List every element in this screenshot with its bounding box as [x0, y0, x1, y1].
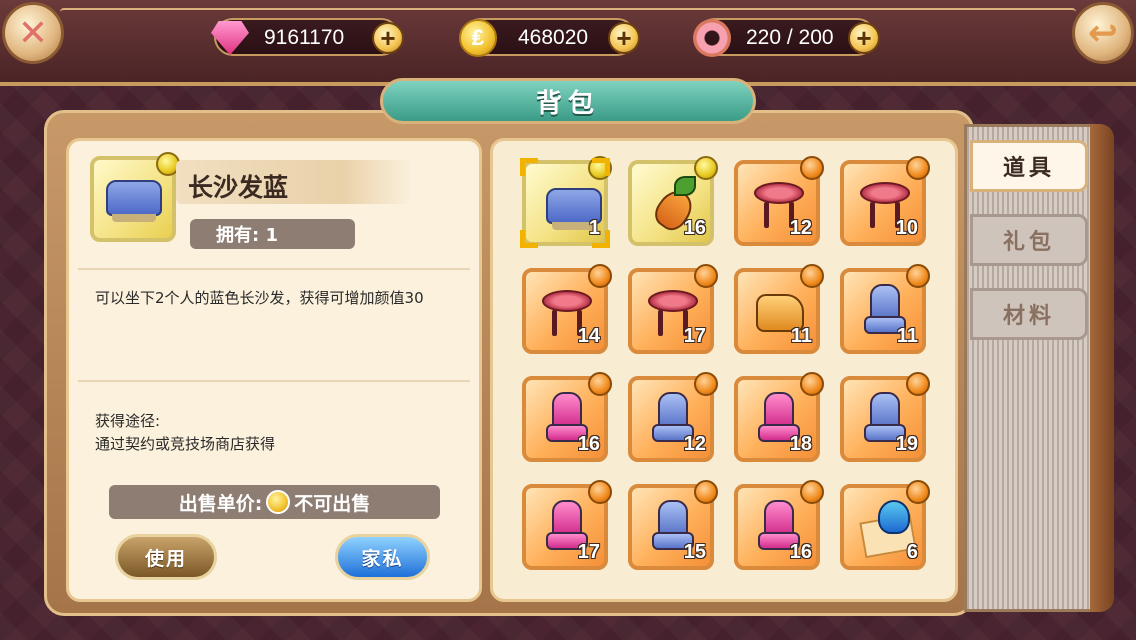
gem-currency: 9161170 + [211, 18, 404, 56]
inventory-slot-blue-chair[interactable]: 19 [840, 372, 930, 462]
coin-currency: ₤ 468020 + [459, 18, 640, 57]
inventory-slot-pink-chair[interactable]: 16 [734, 480, 824, 570]
source-title: 获得途径: [95, 412, 161, 430]
quality-badge-icon [588, 372, 612, 396]
divider [78, 268, 470, 270]
stamina-currency: 220 / 200 + [693, 18, 880, 57]
quality-badge-icon [906, 156, 930, 180]
quality-badge-icon [588, 480, 612, 504]
divider [78, 380, 470, 382]
item-count: 18 [789, 433, 812, 455]
add-stamina-button[interactable]: + [848, 22, 880, 54]
item-count: 17 [577, 541, 600, 563]
inventory-slot-blue-chair[interactable]: 11 [840, 264, 930, 354]
donut-icon [688, 14, 736, 62]
sofa-icon [106, 180, 162, 222]
add-gems-button[interactable]: + [372, 22, 404, 54]
owned-count: 拥有: 1 [190, 219, 355, 249]
item-count: 11 [790, 325, 812, 347]
quality-badge-icon [800, 372, 824, 396]
furniture-button[interactable]: 家私 [335, 534, 430, 580]
item-count: 15 [683, 541, 706, 563]
blue-sofa-icon [542, 176, 602, 232]
selection-corner [520, 158, 538, 176]
sell-price-box: 出售单价: 不可出售 [109, 485, 440, 519]
item-count: 12 [683, 433, 706, 455]
stamina-amount: 220 / 200 [746, 26, 834, 49]
inventory-slot-carrot[interactable]: 16 [628, 156, 718, 246]
quality-badge-icon [694, 480, 718, 504]
quality-badge-icon [800, 264, 824, 288]
item-count: 6 [906, 541, 918, 563]
quality-badge-icon [906, 372, 930, 396]
sell-price-label: 出售单价: [178, 492, 263, 515]
quality-badge-icon [800, 480, 824, 504]
gem-amount: 9161170 [264, 26, 345, 49]
item-count: 19 [895, 433, 918, 455]
quality-badge-icon [694, 372, 718, 396]
tab-materials[interactable]: 材料 [970, 288, 1088, 340]
quality-badge-icon [906, 264, 930, 288]
quality-badge-icon [906, 480, 930, 504]
plus-icon: + [616, 23, 632, 53]
inventory-slot-red-stool[interactable]: 10 [840, 156, 930, 246]
plus-icon: + [856, 23, 872, 53]
item-name: 长沙发蓝 [188, 173, 289, 202]
inventory-slot-pink-chair[interactable]: 16 [522, 372, 612, 462]
close-button[interactable]: ✕ [2, 2, 64, 64]
item-description: 可以坐下2个人的蓝色长沙发，获得可增加颜值30 [95, 289, 424, 307]
inventory-slot-yellow-sofa[interactable]: 11 [734, 264, 824, 354]
inventory-slot-blue-sofa[interactable]: 1 [520, 156, 612, 248]
item-count: 10 [895, 217, 918, 239]
quality-badge-icon [694, 156, 718, 180]
item-count: 16 [683, 217, 706, 239]
back-button[interactable]: ↩ [1072, 2, 1134, 64]
inventory-slot-character-card[interactable]: 6 [840, 480, 930, 570]
quality-badge-icon [800, 156, 824, 180]
inventory-slot-red-stool[interactable]: 12 [734, 156, 824, 246]
selection-corner [592, 158, 610, 176]
source-text: 通过契约或竞技场商店获得 [95, 435, 276, 453]
sell-price-value: 不可出售 [294, 492, 371, 515]
item-count: 11 [896, 325, 918, 347]
item-count: 14 [577, 325, 600, 347]
quality-badge-icon [694, 264, 718, 288]
item-count: 17 [683, 325, 706, 347]
inventory-slot-red-stool[interactable]: 17 [628, 264, 718, 354]
item-count: 16 [789, 541, 812, 563]
use-button[interactable]: 使用 [115, 534, 217, 580]
coin-icon: ₤ [454, 14, 502, 62]
tab-items[interactable]: 道具 [970, 140, 1088, 192]
add-coins-button[interactable]: + [608, 22, 640, 54]
coin-icon [266, 490, 291, 514]
inventory-slot-red-stool[interactable]: 14 [522, 264, 612, 354]
selected-item-icon [90, 152, 180, 242]
plus-icon: + [380, 23, 396, 53]
book-cover [1090, 124, 1114, 612]
inventory-slot-blue-chair[interactable]: 12 [628, 372, 718, 462]
tab-gift-packs[interactable]: 礼包 [970, 214, 1088, 266]
selection-corner [592, 230, 610, 248]
item-count: 12 [789, 217, 812, 239]
coin-amount: 468020 [518, 26, 589, 49]
inventory-slot-pink-chair[interactable]: 17 [522, 480, 612, 570]
back-icon: ↩ [1087, 12, 1119, 54]
character-card-icon [859, 500, 917, 559]
close-icon: ✕ [17, 12, 49, 54]
inventory-slot-pink-chair[interactable]: 18 [734, 372, 824, 462]
page-title: 背包 [380, 78, 756, 124]
gem-icon [206, 14, 254, 62]
selection-corner [520, 230, 538, 248]
item-count: 16 [577, 433, 600, 455]
inventory-slot-blue-chair[interactable]: 15 [628, 480, 718, 570]
quality-badge-icon [588, 264, 612, 288]
